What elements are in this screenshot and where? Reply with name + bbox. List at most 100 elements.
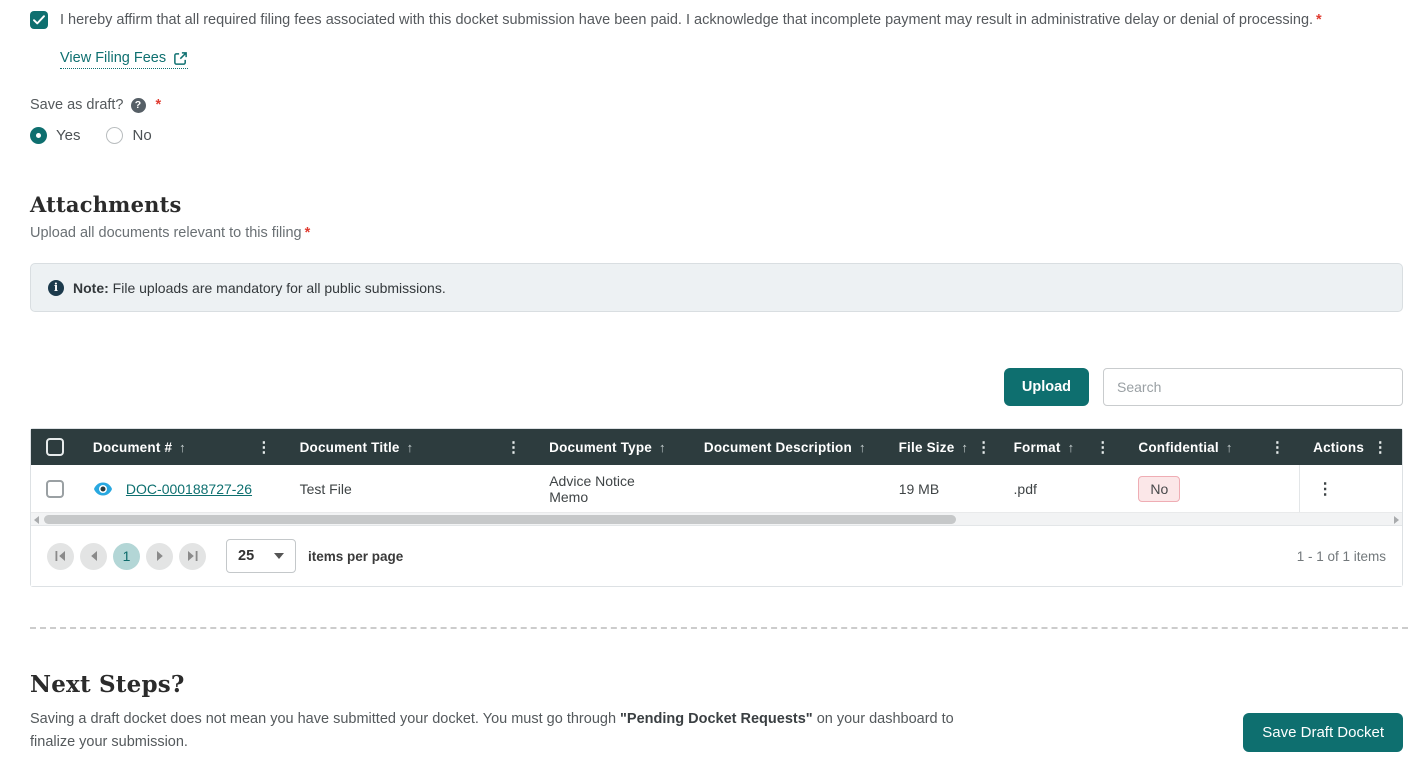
chevron-down-icon [274, 553, 284, 559]
sort-asc-icon[interactable]: ↑ [659, 440, 666, 455]
next-page-icon [156, 551, 164, 561]
select-all-checkbox[interactable] [46, 438, 64, 456]
column-label[interactable]: Format [1014, 440, 1061, 455]
view-document-eye-icon[interactable] [93, 481, 113, 497]
external-link-icon [173, 51, 188, 66]
previous-page-icon [90, 551, 98, 561]
view-filing-fees-link[interactable]: View Filing Fees [60, 50, 188, 69]
scrollbar-thumb[interactable] [44, 515, 956, 524]
next-steps-text-before: Saving a draft docket does not mean you … [30, 711, 620, 727]
table-row: DOC-000188727-26 Test File Advice Notice… [31, 465, 1402, 512]
column-label[interactable]: File Size [899, 440, 955, 455]
help-icon[interactable]: ? [131, 98, 146, 113]
radio-no-label: No [132, 127, 151, 144]
items-per-page-label: items per page [308, 549, 403, 564]
column-label: Actions [1313, 440, 1364, 455]
view-filing-fees-label: View Filing Fees [60, 50, 166, 66]
column-label[interactable]: Document # [93, 440, 172, 455]
column-menu-icon[interactable]: ⋮ [1262, 438, 1285, 456]
column-label[interactable]: Document Description [704, 440, 852, 455]
next-steps-text-bold: "Pending Docket Requests" [620, 711, 813, 727]
save-as-draft-label: Save as draft? [30, 97, 124, 113]
document-number-link[interactable]: DOC-000188727-26 [126, 481, 252, 497]
document-type-text: Advice Notice Memo [549, 473, 676, 505]
sort-asc-icon[interactable]: ↑ [859, 440, 866, 455]
column-header-file-size: File Size ↑ ⋮ [885, 429, 1000, 465]
last-page-button[interactable] [179, 543, 206, 570]
note-banner: i Note: File uploads are mandatory for a… [30, 263, 1403, 312]
row-format-cell: .pdf [1000, 465, 1125, 512]
column-menu-icon[interactable]: ⋮ [1087, 438, 1110, 456]
radio-option-no[interactable]: No [106, 127, 151, 144]
attachments-subtitle-text: Upload all documents relevant to this fi… [30, 225, 302, 241]
row-actions-cell: ⋮ [1299, 465, 1402, 512]
page-size-dropdown[interactable]: 25 [226, 539, 296, 573]
upload-button[interactable]: Upload [1004, 368, 1089, 406]
radio-option-yes[interactable]: Yes [30, 127, 80, 144]
column-label[interactable]: Confidential [1138, 440, 1218, 455]
column-menu-icon[interactable]: ⋮ [968, 438, 991, 456]
note-label: Note: [73, 280, 109, 296]
column-label[interactable]: Document Title [300, 440, 400, 455]
horizontal-scrollbar[interactable] [31, 512, 1402, 525]
sort-asc-icon[interactable]: ↑ [407, 440, 414, 455]
column-menu-icon[interactable]: ⋮ [498, 438, 521, 456]
radio-no-unselected[interactable] [106, 127, 123, 144]
fee-affirmation-text: I hereby affirm that all required filing… [60, 10, 1322, 31]
last-page-icon [187, 551, 198, 561]
sort-asc-icon[interactable]: ↑ [1226, 440, 1233, 455]
attachments-subtitle: Upload all documents relevant to this fi… [30, 225, 1403, 241]
column-menu-icon[interactable]: ⋮ [248, 438, 271, 456]
docket-filing-page: I hereby affirm that all required filing… [0, 0, 1425, 762]
radio-yes-label: Yes [56, 127, 80, 144]
search-input[interactable] [1103, 368, 1403, 406]
column-header-document-title: Document Title ↑ ⋮ [286, 429, 536, 465]
next-steps-heading: Next Steps? [30, 671, 1403, 698]
column-header-confidential: Confidential ↑ ⋮ [1124, 429, 1299, 465]
scrollbar-right-arrow-icon[interactable] [1394, 516, 1399, 524]
column-header-document-type: Document Type ↑ [535, 429, 690, 465]
info-icon: i [48, 280, 64, 296]
grid-pager: 1 25 items per page 1 - 1 [31, 525, 1402, 586]
sort-asc-icon[interactable]: ↑ [961, 440, 968, 455]
attachments-grid: Document # ↑ ⋮ Document Title ↑ ⋮ Docume… [30, 428, 1403, 587]
row-file-size-cell: 19 MB [885, 465, 1000, 512]
save-as-draft-radio-group: Yes No [30, 127, 1403, 144]
required-asterisk: * [305, 225, 311, 241]
previous-page-button[interactable] [80, 543, 107, 570]
radio-yes-selected[interactable] [30, 127, 47, 144]
column-menu-icon[interactable]: ⋮ [1365, 438, 1388, 456]
row-document-description-cell [690, 465, 885, 512]
column-header-format: Format ↑ ⋮ [1000, 429, 1125, 465]
pager-range-label: 1 - 1 of 1 items [1297, 549, 1386, 564]
scrollbar-left-arrow-icon[interactable] [34, 516, 39, 524]
row-document-type-cell: Advice Notice Memo [535, 465, 690, 512]
next-page-button[interactable] [146, 543, 173, 570]
page-size-value: 25 [238, 548, 254, 564]
required-asterisk: * [1316, 12, 1322, 28]
row-actions-menu-icon[interactable]: ⋮ [1317, 479, 1333, 499]
sort-asc-icon[interactable]: ↑ [179, 440, 186, 455]
grid-toolbar: Upload [30, 368, 1403, 406]
column-header-document-number: Document # ↑ ⋮ [79, 429, 286, 465]
row-select-cell [31, 465, 79, 512]
fee-affirmation-row: I hereby affirm that all required filing… [30, 10, 1403, 31]
grid-header-row: Document # ↑ ⋮ Document Title ↑ ⋮ Docume… [31, 429, 1402, 465]
column-label[interactable]: Document Type [549, 440, 652, 455]
header-select-cell [31, 429, 79, 465]
current-page-button[interactable]: 1 [113, 543, 140, 570]
save-draft-docket-button[interactable]: Save Draft Docket [1243, 713, 1403, 752]
fee-affirmation-checkbox[interactable] [30, 11, 48, 29]
next-steps-text: Saving a draft docket does not mean you … [30, 708, 965, 754]
confidential-badge: No [1138, 476, 1180, 502]
save-as-draft-label-row: Save as draft? ? * [30, 97, 1403, 113]
first-page-button[interactable] [47, 543, 74, 570]
checkmark-icon [33, 15, 45, 25]
column-header-document-description: Document Description ↑ [690, 429, 885, 465]
row-checkbox[interactable] [46, 480, 64, 498]
row-document-number-cell: DOC-000188727-26 [79, 465, 286, 512]
note-content: Note: File uploads are mandatory for all… [73, 280, 446, 296]
sort-asc-icon[interactable]: ↑ [1068, 440, 1075, 455]
column-header-actions: Actions ⋮ [1299, 429, 1402, 465]
fee-affirmation-text-body: I hereby affirm that all required filing… [60, 12, 1313, 28]
